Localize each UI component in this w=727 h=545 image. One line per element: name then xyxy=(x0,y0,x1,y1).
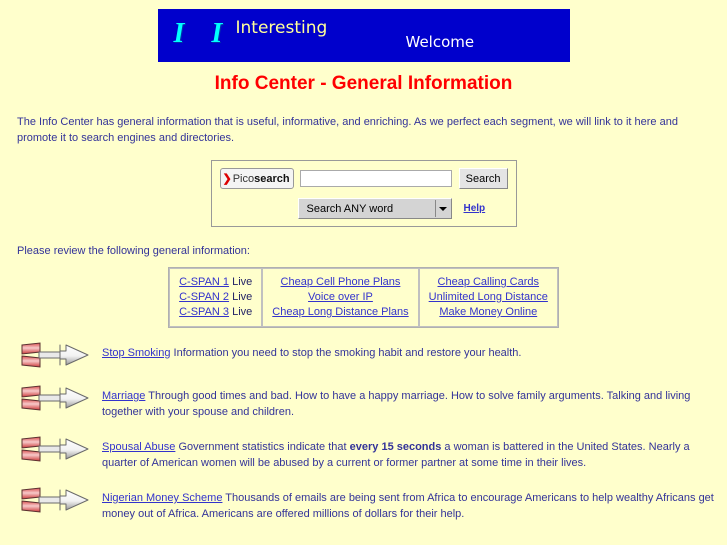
link-unlimited-long-distance[interactable]: Unlimited Long Distance xyxy=(429,291,548,303)
link-stop-smoking[interactable]: Stop Smoking xyxy=(102,347,170,359)
banner-logo-letters: I I xyxy=(173,18,233,49)
list-item: Nigerian Money Scheme Thousands of email… xyxy=(0,485,727,522)
link-cheap-calling-cards[interactable]: Cheap Calling Cards xyxy=(438,276,540,288)
site-banner[interactable]: I I Interesting Welcome xyxy=(157,9,570,62)
picosearch-logo-search: search xyxy=(254,172,290,185)
link-cheap-long-distance-plans[interactable]: Cheap Long Distance Plans xyxy=(272,306,408,318)
list-item: Unlimited Long Distance xyxy=(429,290,548,305)
banner-container: I I Interesting Welcome xyxy=(0,0,727,62)
link-spousal-abuse[interactable]: Spousal Abuse xyxy=(102,441,175,453)
search-row-primary: ❯ Pico search Search xyxy=(219,168,508,189)
item-text: Stop Smoking Information you need to sto… xyxy=(96,340,715,361)
please-review-text: Please review the following general info… xyxy=(17,245,250,257)
arrow-right-icon xyxy=(21,436,89,462)
arrow-right-icon xyxy=(21,385,89,411)
picosearch-logo: ❯ Pico search xyxy=(219,168,294,189)
picosearch-logo-pico: Pico xyxy=(232,172,255,185)
search-input[interactable] xyxy=(299,170,452,187)
search-panel-container: ❯ Pico search Search Search ANY word Help xyxy=(0,160,727,227)
table-row: C-SPAN 1 Live C-SPAN 2 Live C-SPAN 3 Liv… xyxy=(169,268,558,327)
page-title: Info Center - General Information xyxy=(214,73,513,94)
intro-paragraph: The Info Center has general information … xyxy=(17,116,678,144)
link-nigerian-money-scheme[interactable]: Nigerian Money Scheme xyxy=(102,492,222,504)
list-item: C-SPAN 3 Live xyxy=(179,305,252,320)
arrow-right-icon xyxy=(21,487,89,513)
list-item: Voice over IP xyxy=(272,290,408,305)
link-make-money-online[interactable]: Make Money Online xyxy=(439,306,537,318)
suffix-text: Live xyxy=(229,306,253,318)
banner-welcome-text: Welcome xyxy=(405,33,475,51)
list-item: Marriage Through good times and bad. How… xyxy=(0,383,727,420)
search-row-secondary: Search ANY word Help xyxy=(220,198,508,219)
arrow-right-icon xyxy=(21,342,89,368)
search-mode-selected-value: Search ANY word xyxy=(306,202,394,215)
link-cspan-1[interactable]: C-SPAN 1 xyxy=(179,276,229,288)
list-item: C-SPAN 2 Live xyxy=(179,290,252,305)
item-text: Spousal Abuse Government statistics indi… xyxy=(96,434,715,471)
banner-logo-word: Interesting xyxy=(235,18,328,38)
item-text-before: Information you need to stop the smoking… xyxy=(170,347,522,359)
list-item: Cheap Cell Phone Plans xyxy=(272,275,408,290)
list-item: Cheap Calling Cards xyxy=(429,275,548,290)
link-cspan-2[interactable]: C-SPAN 2 xyxy=(179,291,229,303)
item-text-before: Through good times and bad. How to have … xyxy=(102,390,691,418)
link-cspan-3[interactable]: C-SPAN 3 xyxy=(179,306,229,318)
links-cell-2: Cheap Calling Cards Unlimited Long Dista… xyxy=(418,268,558,327)
links-cell-0: C-SPAN 1 Live C-SPAN 2 Live C-SPAN 3 Liv… xyxy=(169,268,263,327)
link-marriage[interactable]: Marriage xyxy=(102,390,145,402)
suffix-text: Live xyxy=(229,276,253,288)
links-table: C-SPAN 1 Live C-SPAN 2 Live C-SPAN 3 Liv… xyxy=(168,267,559,328)
item-text-bold: every 15 seconds xyxy=(349,441,442,453)
list-item: C-SPAN 1 Live xyxy=(179,275,252,290)
list-item: Stop Smoking Information you need to sto… xyxy=(0,340,727,369)
links-table-container: C-SPAN 1 Live C-SPAN 2 Live C-SPAN 3 Liv… xyxy=(0,267,727,328)
list-item: Spousal Abuse Government statistics indi… xyxy=(0,434,727,471)
links-cell-1: Cheap Cell Phone Plans Voice over IP Che… xyxy=(262,268,419,327)
link-cheap-cell-phone-plans[interactable]: Cheap Cell Phone Plans xyxy=(281,276,401,288)
info-item-list: Stop Smoking Information you need to sto… xyxy=(0,340,727,522)
list-item: Make Money Online xyxy=(429,305,548,320)
picosearch-panel: ❯ Pico search Search Search ANY word Help xyxy=(210,160,517,227)
chevron-down-icon[interactable] xyxy=(434,200,451,217)
suffix-text: Live xyxy=(229,291,253,303)
search-mode-select[interactable]: Search ANY word xyxy=(297,198,452,219)
item-text: Marriage Through good times and bad. How… xyxy=(96,383,715,420)
help-link[interactable]: Help xyxy=(464,203,486,214)
item-text-before: Government statistics indicate that xyxy=(175,441,350,453)
list-item: Cheap Long Distance Plans xyxy=(272,305,408,320)
item-text: Nigerian Money Scheme Thousands of email… xyxy=(96,485,715,522)
picosearch-arrow-icon: ❯ xyxy=(222,173,232,185)
link-voice-over-ip[interactable]: Voice over IP xyxy=(308,291,373,303)
page-root: I I Interesting Welcome Info Center - Ge… xyxy=(0,0,727,545)
search-button[interactable]: Search xyxy=(458,168,508,189)
